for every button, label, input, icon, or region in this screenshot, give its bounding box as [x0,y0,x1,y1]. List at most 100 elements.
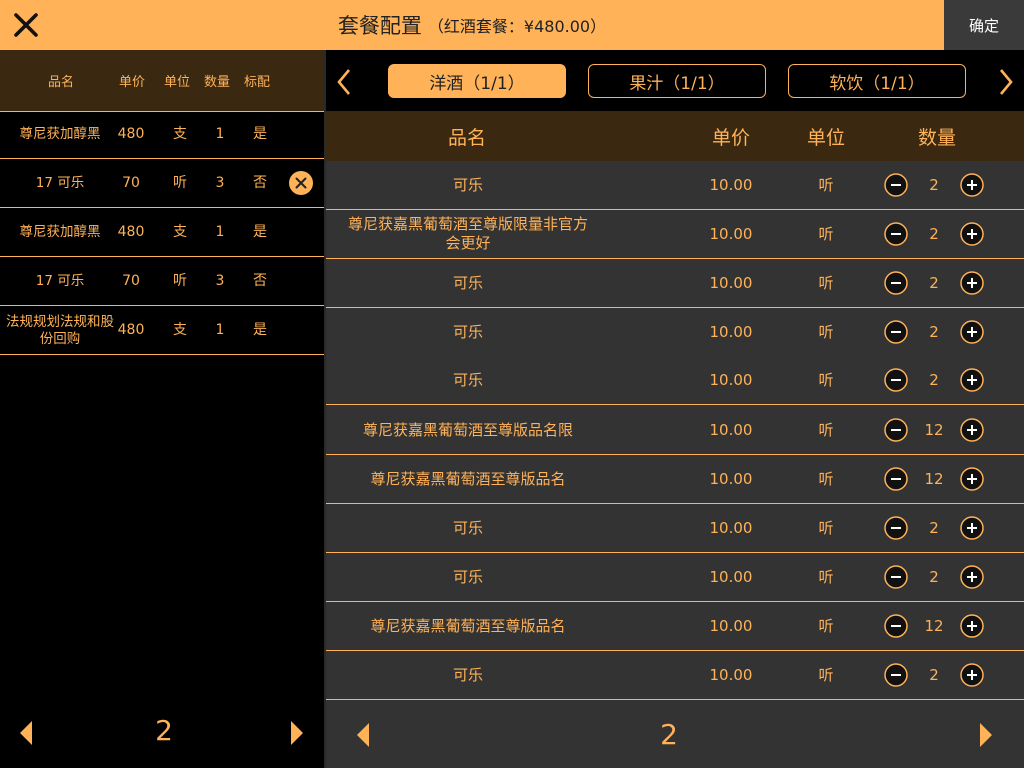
product-list-pager: 2 [326,700,1024,768]
decrease-qty-icon[interactable] [884,368,908,392]
item-standard: 是 [253,322,267,338]
tab-juice[interactable]: 果汁（1/1） [588,64,766,98]
left-page-number: 2 [155,714,173,747]
item-name: 法规规划法规和股份回购 [6,313,114,347]
item-price: 70 [122,273,140,289]
product-qty: 2 [929,567,939,586]
product-row: 可乐 10.00 听 2 [326,161,1024,210]
selected-item-row[interactable]: 尊尼获加醇黑 480 支 1 是 [0,209,324,257]
decrease-qty-icon[interactable] [884,418,908,442]
increase-qty-icon[interactable] [960,271,984,295]
product-row: 可乐 10.00 听 2 [326,504,1024,553]
item-qty: 3 [215,273,225,289]
selected-item-row[interactable]: 17 可乐 70 听 3 否 [0,160,324,208]
item-price: 70 [122,175,140,191]
product-unit: 听 [818,616,834,635]
column-header-standard: 标配 [243,75,270,90]
product-qty: 2 [929,224,939,243]
item-standard: 否 [253,273,267,289]
increase-qty-icon[interactable] [960,320,984,344]
decrease-qty-icon[interactable] [884,614,908,638]
page-subtitle: （红酒套餐：¥480.00） [427,17,607,36]
increase-qty-icon[interactable] [960,467,984,491]
product-unit: 听 [818,518,834,537]
product-name: 可乐 [452,273,483,292]
product-qty: 2 [929,175,939,194]
increase-qty-icon[interactable] [960,565,984,589]
product-qty: 12 [924,616,944,635]
product-qty: 2 [929,370,939,389]
item-qty: 1 [215,224,225,240]
product-price: 10.00 [709,224,753,243]
product-row: 可乐 10.00 听 2 [326,308,1024,357]
product-list-panel: 洋酒（1/1） 果汁（1/1） 软饮（1/1） 品名 单价 单位 数量 可乐 10… [326,50,1024,768]
column-header-unit: 单位 [806,126,845,149]
product-name: 可乐 [452,322,483,341]
remove-item-icon[interactable] [289,171,313,195]
column-header-unit: 单位 [163,75,190,90]
tab-foreign-liquor[interactable]: 洋酒（1/1） [388,64,566,98]
selected-items-header: 品名 单价 单位 数量 标配 [0,50,324,112]
product-unit: 听 [818,175,834,194]
product-unit: 听 [818,665,834,684]
product-name: 可乐 [452,665,483,684]
item-unit: 支 [173,224,187,240]
product-row: 可乐 10.00 听 2 [326,651,1024,700]
decrease-qty-icon[interactable] [884,320,908,344]
item-unit: 支 [173,126,187,142]
item-unit: 听 [173,273,187,289]
decrease-qty-icon[interactable] [884,565,908,589]
product-price: 10.00 [709,469,753,488]
product-name: 尊尼获嘉黑葡萄酒至尊版限量非官方会更好 [348,215,589,252]
product-price: 10.00 [709,567,753,586]
confirm-button[interactable]: 确定 [944,0,1024,50]
right-page-number: 2 [660,718,678,751]
right-prev-page-icon[interactable] [355,722,371,752]
decrease-qty-icon[interactable] [884,516,908,540]
increase-qty-icon[interactable] [960,614,984,638]
product-unit: 听 [818,469,834,488]
decrease-qty-icon[interactable] [884,663,908,687]
increase-qty-icon[interactable] [960,222,984,246]
increase-qty-icon[interactable] [960,368,984,392]
product-row: 可乐 10.00 听 2 [326,356,1024,405]
product-price: 10.00 [709,370,753,389]
right-next-page-icon[interactable] [978,722,994,752]
product-name: 可乐 [452,370,483,389]
tabs-prev-icon[interactable] [336,68,352,100]
product-list-header: 品名 单价 单位 数量 [326,111,1024,162]
product-unit: 听 [818,273,834,292]
tab-soft-drinks[interactable]: 软饮（1/1） [788,64,966,98]
increase-qty-icon[interactable] [960,516,984,540]
item-qty: 3 [215,175,225,191]
decrease-qty-icon[interactable] [884,271,908,295]
decrease-qty-icon[interactable] [884,467,908,491]
product-name: 可乐 [452,175,483,194]
product-qty: 2 [929,273,939,292]
item-standard: 否 [253,175,267,191]
tabs-next-icon[interactable] [998,68,1014,100]
left-next-page-icon[interactable] [288,720,306,750]
product-name: 尊尼获嘉黑葡萄酒至尊版品名 [370,469,566,488]
item-standard: 是 [253,224,267,240]
column-header-price: 单价 [118,75,145,90]
product-price: 10.00 [709,665,753,684]
category-tabbar: 洋酒（1/1） 果汁（1/1） 软饮（1/1） [326,50,1024,111]
item-price: 480 [117,126,145,142]
left-prev-page-icon[interactable] [17,720,35,750]
selected-item-row[interactable]: 法规规划法规和股份回购 480 支 1 是 [0,307,324,355]
product-price: 10.00 [709,420,753,439]
column-header-qty: 数量 [917,126,956,149]
decrease-qty-icon[interactable] [884,222,908,246]
product-row: 尊尼获嘉黑葡萄酒至尊版限量非官方会更好 10.00 听 2 [326,210,1024,259]
decrease-qty-icon[interactable] [884,173,908,197]
increase-qty-icon[interactable] [960,173,984,197]
selected-item-row[interactable]: 17 可乐 70 听 3 否 [0,258,324,306]
selected-item-row[interactable]: 尊尼获加醇黑 480 支 1 是 [0,111,324,159]
item-unit: 听 [173,175,187,191]
increase-qty-icon[interactable] [960,418,984,442]
item-unit: 支 [173,322,187,338]
product-qty: 2 [929,322,939,341]
increase-qty-icon[interactable] [960,663,984,687]
selected-items-panel: 品名 单价 单位 数量 标配 尊尼获加醇黑 480 支 1 是 17 可乐 70 听 3 否尊尼获… [0,50,324,768]
